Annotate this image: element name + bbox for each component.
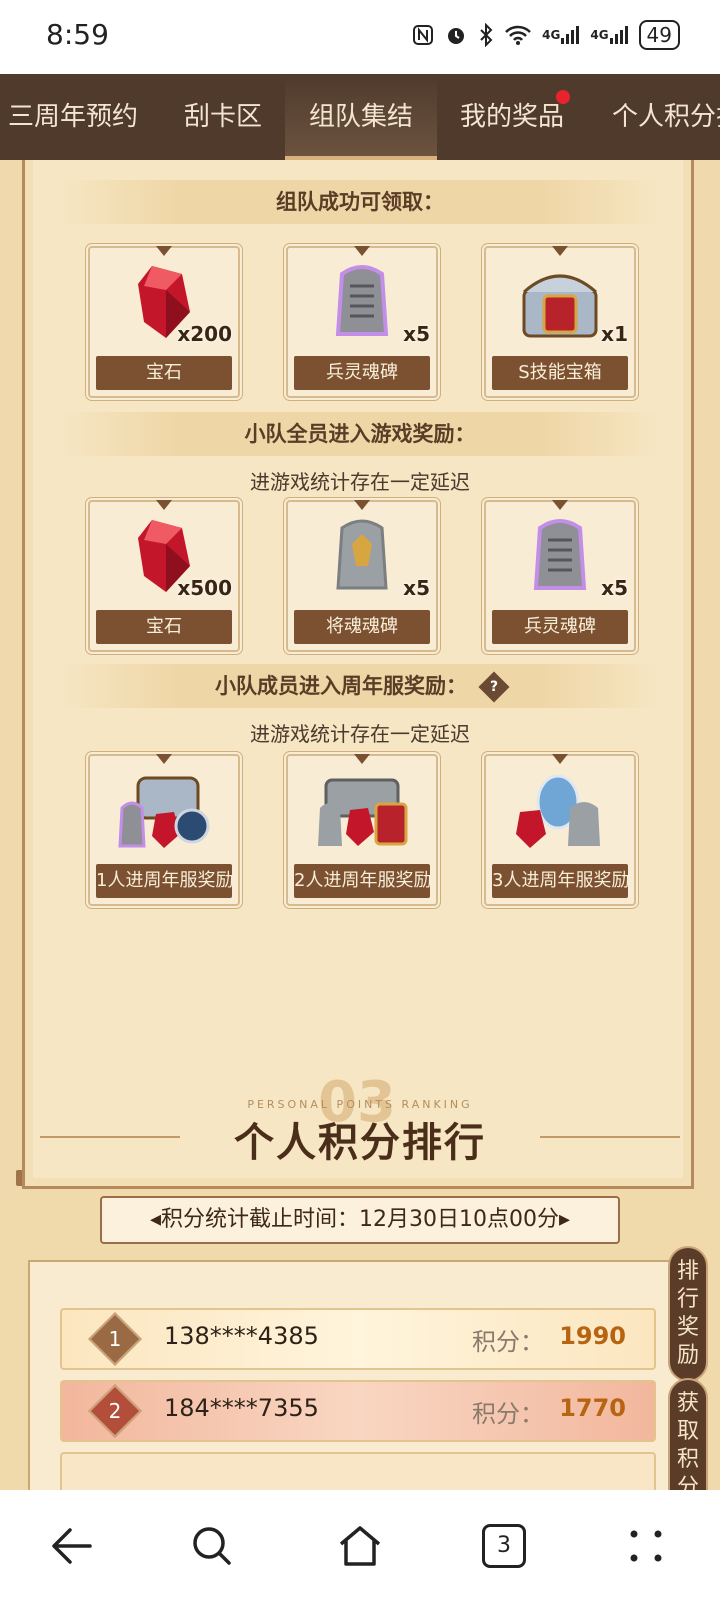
- ranking-user: 138****4385: [164, 1322, 319, 1350]
- team-success-title: 组队成功可领取：: [60, 180, 660, 224]
- status-bar: 8:59 4G 4G 49: [0, 0, 720, 74]
- points-label: 积分：: [472, 1328, 544, 1356]
- points-value: 1770: [559, 1394, 626, 1422]
- tab-team-gather[interactable]: 组队集结: [285, 74, 438, 160]
- card-pointer: [552, 246, 568, 256]
- deadline-banner: ◂积分统计截止时间：12月30日10点00分▸: [100, 1196, 620, 1244]
- reward-label: 兵灵魂碑: [492, 610, 628, 644]
- help-icon[interactable]: ?: [478, 671, 510, 703]
- card-pointer: [156, 246, 172, 256]
- tab-scratch-card[interactable]: 刮卡区: [184, 74, 262, 160]
- page-content: 组队成功可领取： x200 宝石 x5 兵灵魂碑 x1 S技能宝箱 小队全员进入…: [0, 160, 720, 1490]
- reward-bundle-icon: [516, 774, 600, 848]
- search-button[interactable]: [182, 1516, 242, 1576]
- ranking-row[interactable]: 1 138****4385 积分： 1990: [60, 1308, 656, 1370]
- signal-icon-2: 4G: [590, 24, 628, 46]
- all-enter-note: 进游戏统计存在一定延迟: [250, 470, 470, 494]
- reward-label: 1人进周年服奖励: [96, 864, 233, 898]
- card-pointer: [354, 754, 370, 764]
- tabs-button[interactable]: 3: [474, 1516, 534, 1576]
- wifi-icon: [504, 24, 532, 46]
- card-pointer: [156, 754, 172, 764]
- points-label: 积分：: [472, 1400, 544, 1428]
- anniversary-title: 小队成员进入周年服奖励：?: [60, 664, 660, 708]
- rank-badge: 2: [88, 1384, 142, 1438]
- reward-label: 将魂魂碑: [294, 610, 430, 644]
- card-pointer: [354, 246, 370, 256]
- card-pointer: [552, 500, 568, 510]
- menu-button[interactable]: [616, 1516, 676, 1576]
- reward-card-soldier-tablet[interactable]: x5 兵灵魂碑: [286, 246, 438, 398]
- card-pointer: [354, 500, 370, 510]
- back-arrow-icon: [52, 1528, 92, 1564]
- ranking-row[interactable]: 2 184****7355 积分： 1770: [60, 1380, 656, 1442]
- gold-tablet-icon: [336, 519, 388, 590]
- notification-dot: [556, 90, 570, 104]
- search-icon: [193, 1527, 231, 1565]
- ranking-row: [60, 1452, 656, 1490]
- reward-quantity: x5: [403, 322, 430, 346]
- home-button[interactable]: [330, 1516, 390, 1576]
- chest-icon: [522, 274, 598, 338]
- anniversary-title-text: 小队成员进入周年服奖励：: [215, 674, 467, 698]
- reward-card-1-person[interactable]: 1人进周年服奖励: [88, 754, 240, 906]
- tab-anniversary-reserve[interactable]: 三周年预约: [8, 74, 138, 160]
- reward-quantity: x5: [601, 576, 628, 600]
- reward-card-skill-chest[interactable]: x1 S技能宝箱: [484, 246, 636, 398]
- tab-count: 3: [482, 1524, 526, 1568]
- reward-label: 2人进周年服奖励: [294, 864, 431, 898]
- earn-points-tab[interactable]: 获取积分: [668, 1378, 708, 1490]
- reward-card-gem[interactable]: x500 宝石: [88, 500, 240, 652]
- browser-nav-bar: 3: [0, 1490, 720, 1602]
- menu-dots-icon: [630, 1530, 662, 1562]
- tab-my-prizes[interactable]: 我的奖品: [460, 74, 564, 160]
- reward-bundle-icon: [318, 778, 408, 846]
- points-value: 1990: [559, 1322, 626, 1350]
- reward-label: S技能宝箱: [492, 356, 628, 390]
- reward-quantity: x5: [403, 576, 430, 600]
- back-button[interactable]: [42, 1516, 102, 1576]
- reward-quantity: x500: [177, 576, 232, 600]
- reward-label: 宝石: [96, 610, 232, 644]
- status-time: 8:59: [46, 18, 109, 51]
- reward-card-gem[interactable]: x200 宝石: [88, 246, 240, 398]
- reward-card-3-person[interactable]: 3人进周年服奖励: [484, 754, 636, 906]
- purple-tablet-icon: [533, 519, 587, 590]
- alarm-icon: [444, 23, 468, 47]
- battery-indicator: 49: [638, 20, 680, 50]
- tab-personal-points[interactable]: 个人积分排: [612, 74, 720, 160]
- reward-card-general-tablet[interactable]: x5 将魂魂碑: [286, 500, 438, 652]
- status-icons: 4G 4G 49: [412, 20, 680, 50]
- anniversary-note: 进游戏统计存在一定延迟: [250, 722, 470, 746]
- reward-card-soldier-tablet[interactable]: x5 兵灵魂碑: [484, 500, 636, 652]
- reward-bundle-icon: [118, 776, 210, 848]
- ranking-title: 个人积分排行: [234, 1120, 486, 1166]
- ranking-rewards-tab[interactable]: 排行奖励: [668, 1246, 708, 1382]
- rank-badge: 1: [88, 1312, 142, 1366]
- home-icon: [339, 1526, 381, 1566]
- ranking-user: 184****7355: [164, 1394, 319, 1422]
- signal-icon-1: 4G: [542, 24, 580, 46]
- purple-tablet-icon: [335, 265, 389, 336]
- bluetooth-icon: [478, 23, 494, 47]
- reward-card-2-person[interactable]: 2人进周年服奖励: [286, 754, 438, 906]
- reward-label: 宝石: [96, 356, 232, 390]
- nfc-icon: [412, 24, 434, 46]
- tab-bar: 三周年预约 刮卡区 组队集结 我的奖品 个人积分排: [0, 74, 720, 160]
- reward-quantity: x200: [177, 322, 232, 346]
- card-pointer: [156, 500, 172, 510]
- all-enter-title: 小队全员进入游戏奖励：: [60, 412, 660, 456]
- reward-quantity: x1: [601, 322, 628, 346]
- reward-label: 兵灵魂碑: [294, 356, 430, 390]
- card-pointer: [552, 754, 568, 764]
- reward-label: 3人进周年服奖励: [492, 864, 629, 898]
